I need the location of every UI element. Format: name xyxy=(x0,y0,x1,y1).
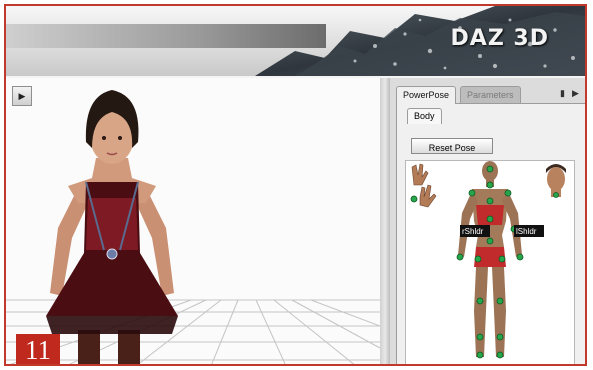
powerpose-panel: PowerPose Parameters ▮ ▶ Body Reset Pose xyxy=(390,78,585,364)
app-banner: DAZ 3D xyxy=(6,6,585,76)
panel-tab-bar: PowerPose Parameters ▮ ▶ xyxy=(390,86,585,104)
left-hand-icon xyxy=(410,184,437,208)
pin-icon[interactable]: ▮ xyxy=(560,88,569,101)
viewport-scene xyxy=(6,90,380,364)
tooltip-lshldr-text: lShldr xyxy=(516,227,537,236)
next-icon[interactable]: ▶ xyxy=(572,88,582,101)
tab-parameters[interactable]: Parameters xyxy=(460,86,521,104)
tab-content: Body Reset Pose rShldr lShldr xyxy=(396,103,585,364)
reset-pose-button[interactable]: Reset Pose xyxy=(411,138,493,154)
head-icon xyxy=(546,164,566,198)
pose-figure-panel[interactable]: rShldr lShldr xyxy=(405,160,575,364)
tab-powerpose[interactable]: PowerPose xyxy=(396,86,457,104)
daz3d-logo: DAZ 3D xyxy=(450,26,549,51)
subtab-body[interactable]: Body xyxy=(407,108,442,124)
play-button[interactable]: ▶ xyxy=(12,86,32,106)
pose-figure-svg: rShldr lShldr xyxy=(410,161,566,359)
tooltip-rshldr: rShldr xyxy=(460,225,490,237)
right-hand-icon xyxy=(411,163,429,186)
play-icon: ▶ xyxy=(18,90,26,101)
panel-divider[interactable] xyxy=(380,78,390,364)
tooltip-rshldr-text: rShldr xyxy=(462,227,484,236)
screenshot-frame: DAZ 3D ▶ PowerPose Parameters ▮ ▶ Body R… xyxy=(4,4,587,366)
3d-viewport[interactable]: ▶ xyxy=(6,78,380,364)
character-figure xyxy=(46,90,178,364)
pose-body xyxy=(458,161,522,357)
tooltip-lshldr: lShldr xyxy=(514,225,544,237)
figure-number-badge: 11 xyxy=(16,334,60,364)
